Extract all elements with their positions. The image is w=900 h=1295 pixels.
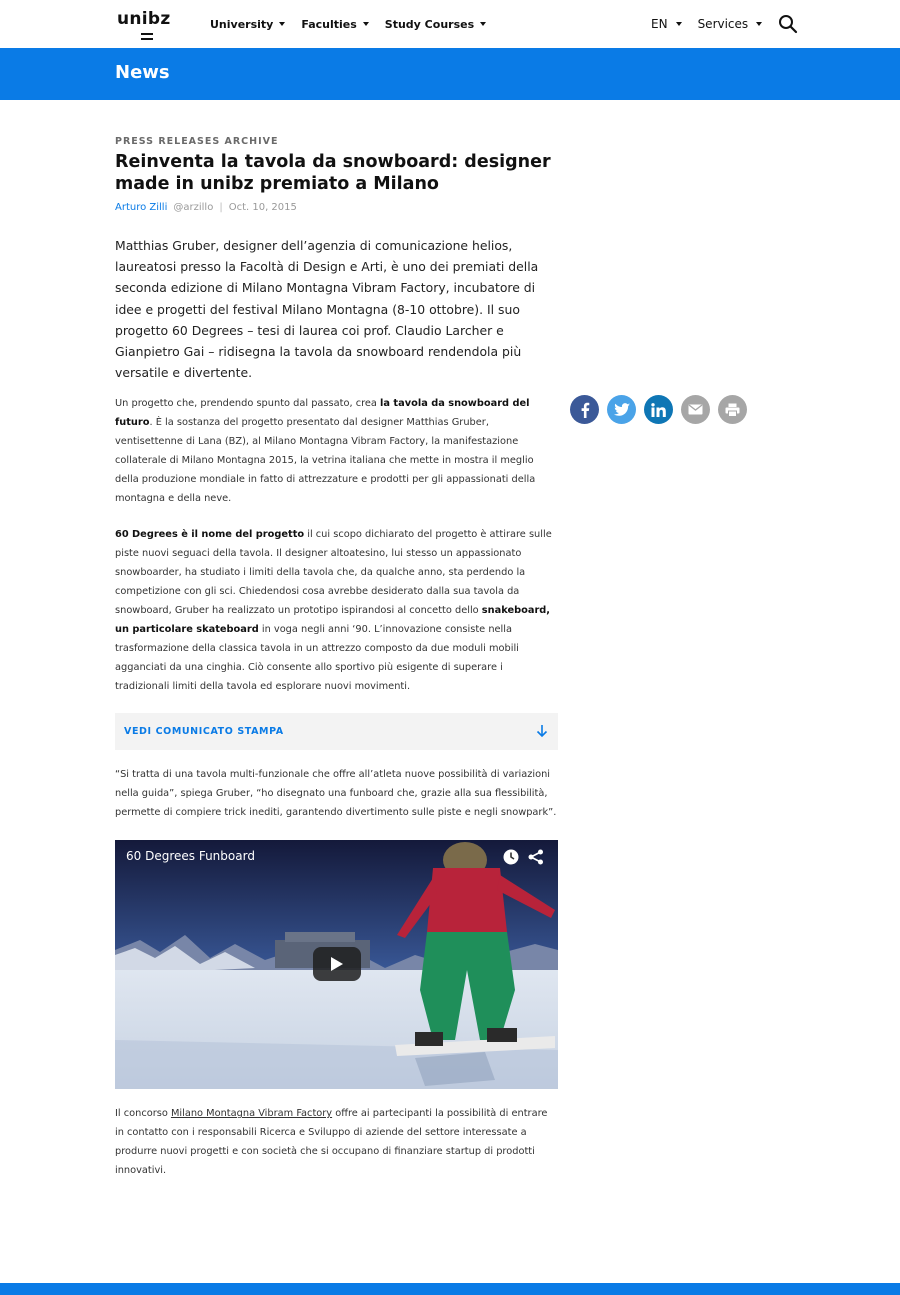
print-icon (725, 403, 740, 417)
chevron-down-icon (279, 22, 286, 26)
news-banner: News (0, 48, 900, 100)
print-button[interactable] (718, 395, 747, 424)
chevron-down-icon (675, 22, 682, 26)
p2-bold-1: 60 Degrees è il nome del progetto (115, 529, 305, 540)
share-icon[interactable] (528, 849, 544, 865)
utility-nav: EN Services (651, 0, 798, 48)
video-title: 60 Degrees Funboard (126, 849, 255, 863)
nav-university[interactable]: University (210, 17, 286, 31)
watch-later-icon[interactable] (503, 849, 519, 865)
nav-study-courses-label: Study Courses (384, 17, 475, 31)
arrow-down-icon (536, 725, 548, 738)
article-date: Oct. 10, 2015 (228, 202, 297, 213)
press-release-accordion[interactable]: VEDI COMUNICATO STAMPA (115, 713, 558, 750)
chevron-down-icon (362, 22, 369, 26)
banner-title: News (115, 62, 170, 83)
facebook-icon (581, 402, 589, 418)
article-quote: “Si tratta di una tavola multi-funzional… (115, 769, 557, 818)
byline-separator: | (219, 202, 223, 213)
play-button[interactable] (313, 947, 361, 981)
social-share-bar (570, 395, 747, 424)
article-paragraph-1: Un progetto che, prendendo spunto dal pa… (115, 394, 558, 508)
services-menu[interactable]: Services (698, 17, 763, 31)
nav-study-courses[interactable]: Study Courses (384, 17, 487, 31)
play-icon (331, 957, 343, 971)
p1-text-b: . È la sostanza del progetto presentato … (115, 417, 536, 504)
unibz-logo[interactable]: unibz (117, 9, 170, 41)
twitter-share-button[interactable] (607, 395, 636, 424)
chevron-down-icon (480, 22, 487, 26)
email-icon (688, 404, 703, 415)
linkedin-icon (651, 402, 666, 417)
logo-mark-2 (141, 38, 153, 40)
p2-text-a: il cui scopo dichiarato del progetto è a… (115, 529, 552, 616)
footer-bar (0, 1283, 900, 1295)
search-icon[interactable] (778, 14, 798, 34)
vibram-factory-link[interactable]: Milano Montagna Vibram Factory (171, 1108, 332, 1119)
article-lead: Matthias Gruber, designer dell’agenzia d… (115, 238, 539, 381)
author-link[interactable]: Arturo Zilli (115, 202, 167, 213)
article-paragraph-2: 60 Degrees è il nome del progetto il cui… (115, 525, 558, 696)
p1-text-a: Un progetto che, prendendo spunto dal pa… (115, 398, 381, 409)
chevron-down-icon (756, 22, 763, 26)
twitter-icon (613, 402, 630, 416)
article-paragraph-3: Il concorso Milano Montagna Vibram Facto… (115, 1104, 558, 1180)
email-share-button[interactable] (681, 395, 710, 424)
services-label: Services (697, 17, 749, 31)
facebook-share-button[interactable] (570, 395, 599, 424)
linkedin-share-button[interactable] (644, 395, 673, 424)
logo-mark (141, 33, 153, 35)
article-category[interactable]: PRESS RELEASES ARCHIVE (115, 136, 278, 147)
author-handle[interactable]: @arzillo (173, 202, 213, 213)
nav-university-label: University (210, 17, 274, 31)
language-selector[interactable]: EN (651, 17, 682, 31)
top-navigation: unibz University Faculties Study Courses… (0, 0, 900, 48)
language-label: EN (651, 17, 668, 31)
article-byline: Arturo Zilli @arzillo | Oct. 10, 2015 (115, 202, 297, 213)
nav-faculties-label: Faculties (301, 17, 357, 31)
accordion-label: VEDI COMUNICATO STAMPA (124, 726, 284, 737)
article-title: Reinventa la tavola da snowboard: design… (115, 152, 551, 194)
nav-faculties[interactable]: Faculties (301, 17, 369, 31)
logo-text: unibz (117, 9, 171, 29)
p3-text-a: Il concorso (115, 1108, 171, 1119)
video-player[interactable]: 60 Degrees Funboard (115, 840, 558, 1089)
main-nav: University Faculties Study Courses (210, 0, 502, 48)
